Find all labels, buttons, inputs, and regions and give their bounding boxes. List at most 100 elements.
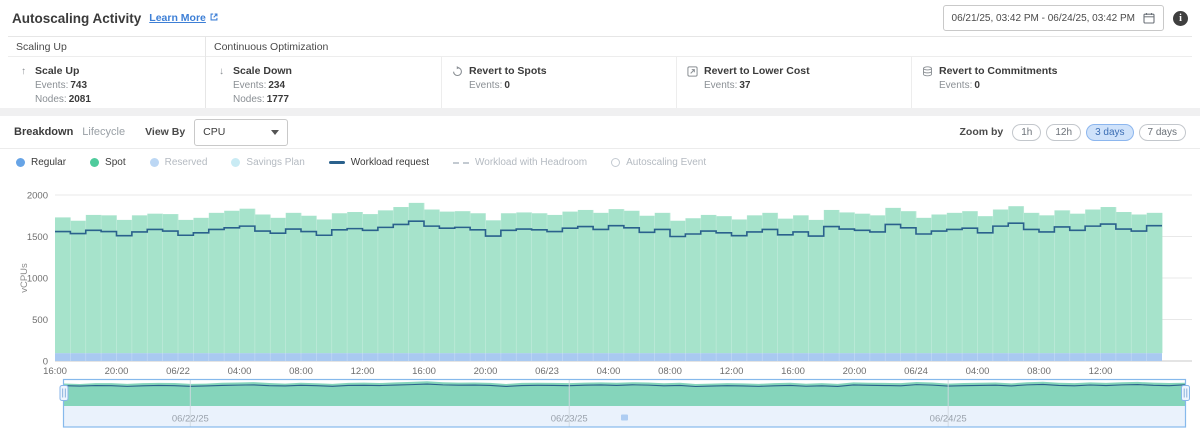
stat-metric-label: Events: xyxy=(469,80,502,91)
legend-label: Reserved xyxy=(165,157,208,168)
legend-label: Spot xyxy=(105,157,126,168)
stat-metric-value: 234 xyxy=(268,80,285,91)
calendar-icon[interactable] xyxy=(1143,12,1155,24)
stat-metric: Events:0 xyxy=(469,80,676,91)
navigator-right-handle[interactable] xyxy=(1182,386,1190,401)
date-range-value: 06/21/25, 03:42 PM - 06/24/25, 03:42 PM xyxy=(952,13,1135,24)
stat-card: ↑Scale Up Events:743 Nodes:2081 xyxy=(8,57,205,108)
zoom-option-12h[interactable]: 12h xyxy=(1046,124,1081,141)
legend-item-workload-request[interactable]: Workload request xyxy=(329,157,429,168)
x-tick-label: 08:00 xyxy=(1027,366,1051,377)
view-by-label: View By xyxy=(145,126,185,138)
stat-metric: Events:37 xyxy=(704,80,911,91)
stat-metric-value: 37 xyxy=(739,80,750,91)
stat-card-title: ↑Scale Up xyxy=(18,65,205,77)
x-tick-label: 04:00 xyxy=(966,366,990,377)
tab-lifecycle[interactable]: Lifecycle xyxy=(82,126,125,138)
stats-cells: ↓Scale DownEvents:234Nodes:1777Revert to… xyxy=(206,57,1192,108)
chevron-down-icon xyxy=(271,130,279,135)
page-header: Autoscaling Activity Learn More 06/21/25… xyxy=(0,0,1200,36)
navigator-date-label: 06/23/25 xyxy=(551,414,588,425)
x-tick-label: 12:00 xyxy=(351,366,375,377)
tab-breakdown[interactable]: Breakdown xyxy=(14,126,73,138)
info-icon[interactable]: i xyxy=(1173,11,1188,26)
stat-card-title: Revert to Lower Cost xyxy=(687,65,911,77)
x-tick-label: 04:00 xyxy=(228,366,252,377)
revert-to-lower-cost-icon xyxy=(687,66,698,77)
revert-to-commitments-icon xyxy=(922,66,933,77)
x-tick-label: 08:00 xyxy=(289,366,313,377)
stat-metric-label: Events: xyxy=(704,80,737,91)
stat-metric-label: Events: xyxy=(35,80,68,91)
legend-label: Regular xyxy=(31,157,66,168)
stat-metric-value: 743 xyxy=(70,80,87,91)
stat-card-title: Revert to Spots xyxy=(452,65,676,77)
zoom-option-1h[interactable]: 1h xyxy=(1012,124,1041,141)
x-tick-label: 16:00 xyxy=(43,366,67,377)
stat-card-label: Scale Up xyxy=(35,65,79,77)
x-tick-label: 04:00 xyxy=(597,366,621,377)
stats-group-title: Continuous Optimization xyxy=(206,37,1192,57)
stat-card: Revert to Spots Events:0 xyxy=(441,57,676,108)
legend-label: Workload request xyxy=(351,157,429,168)
stat-metric: Events:743 xyxy=(35,80,205,91)
scale-down-icon: ↓ xyxy=(216,66,227,77)
x-tick-label: 16:00 xyxy=(412,366,436,377)
stat-metric: Events:0 xyxy=(939,80,1192,91)
x-tick-label: 08:00 xyxy=(658,366,682,377)
plot-area[interactable] xyxy=(55,203,1162,361)
x-tick-label: 20:00 xyxy=(105,366,129,377)
legend-item-regular[interactable]: Regular xyxy=(16,157,66,168)
stats-group-1: Continuous Optimization ↓ Scale Down Events… xyxy=(205,37,1192,108)
stat-metric-value: 0 xyxy=(504,80,510,91)
navigator-date-label: 06/22/25 xyxy=(172,414,209,425)
stat-metric-value: 0 xyxy=(974,80,980,91)
legend-marker xyxy=(150,158,159,167)
legend-marker xyxy=(611,158,620,167)
chart-legend: Regular Spot Reserved Savings Plan Workload … xyxy=(0,149,1200,176)
external-link-icon xyxy=(209,9,219,27)
zoom-by-options: 1h 12h 3 days 7 days xyxy=(1007,124,1186,141)
stat-metric-label: Nodes: xyxy=(35,94,67,105)
x-tick-label: 16:00 xyxy=(781,366,805,377)
stat-metric-label: Events: xyxy=(233,80,266,91)
stats-group-0: Scaling Up↑Scale UpEvents:743Nodes:2081 xyxy=(8,37,205,108)
view-by-select[interactable]: CPU xyxy=(194,119,288,146)
zoom-option-3-days[interactable]: 3 days xyxy=(1086,124,1133,141)
navigator-left-handle[interactable] xyxy=(60,386,68,401)
stat-card: Revert to Lower Cost Events:37 xyxy=(676,57,911,108)
stat-card: Revert to Commitments Events:0 xyxy=(911,57,1192,108)
stat-metric: Nodes:2081 xyxy=(35,94,205,105)
stat-metric-label: Nodes: xyxy=(233,94,265,105)
legend-item-reserved[interactable]: Reserved xyxy=(150,157,208,168)
legend-marker xyxy=(453,162,469,164)
learn-more-link[interactable]: Learn More xyxy=(149,12,206,24)
stat-card-title: Revert to Commitments xyxy=(922,65,1192,77)
y-tick-label: 500 xyxy=(32,315,48,326)
section-divider xyxy=(0,108,1200,116)
legend-item-savings-plan[interactable]: Savings Plan xyxy=(231,157,304,168)
chart-navigator[interactable]: 06/22/25 06/23/25 06/24/25 xyxy=(0,378,1200,433)
legend-label: Workload with Headroom xyxy=(475,157,587,168)
main-chart[interactable]: 0500100015002000vCPUs16:0020:0006/2204:0… xyxy=(0,176,1200,381)
date-range-input[interactable]: 06/21/25, 03:42 PM - 06/24/25, 03:42 PM xyxy=(943,5,1164,31)
stat-card-label: Revert to Commitments xyxy=(939,65,1057,77)
stats-cells: ↑Scale Up Events:743 Nodes:2081 xyxy=(8,57,205,108)
legend-item-spot[interactable]: Spot xyxy=(90,157,126,168)
x-tick-label: 06/24 xyxy=(904,366,928,377)
y-tick-label: 2000 xyxy=(27,191,48,202)
legend-marker xyxy=(231,158,240,167)
stat-metric: Nodes:1777 xyxy=(233,94,441,105)
stat-card-label: Scale Down xyxy=(233,65,292,77)
x-tick-label: 12:00 xyxy=(720,366,744,377)
zoom-option-7-days[interactable]: 7 days xyxy=(1139,124,1186,141)
legend-label: Savings Plan xyxy=(246,157,304,168)
x-tick-label: 20:00 xyxy=(843,366,867,377)
autoscaling-chart-panel: Breakdown Lifecycle View By CPU Zoom by … xyxy=(0,116,1200,435)
navigator-scroll-thumb[interactable] xyxy=(621,415,628,421)
navigator-date-label: 06/24/25 xyxy=(930,414,967,425)
legend-item-workload-with-headroom[interactable]: Workload with Headroom xyxy=(453,157,587,168)
legend-item-autoscaling-event[interactable]: Autoscaling Event xyxy=(611,157,706,168)
legend-marker xyxy=(329,161,345,164)
legend-marker xyxy=(16,158,25,167)
